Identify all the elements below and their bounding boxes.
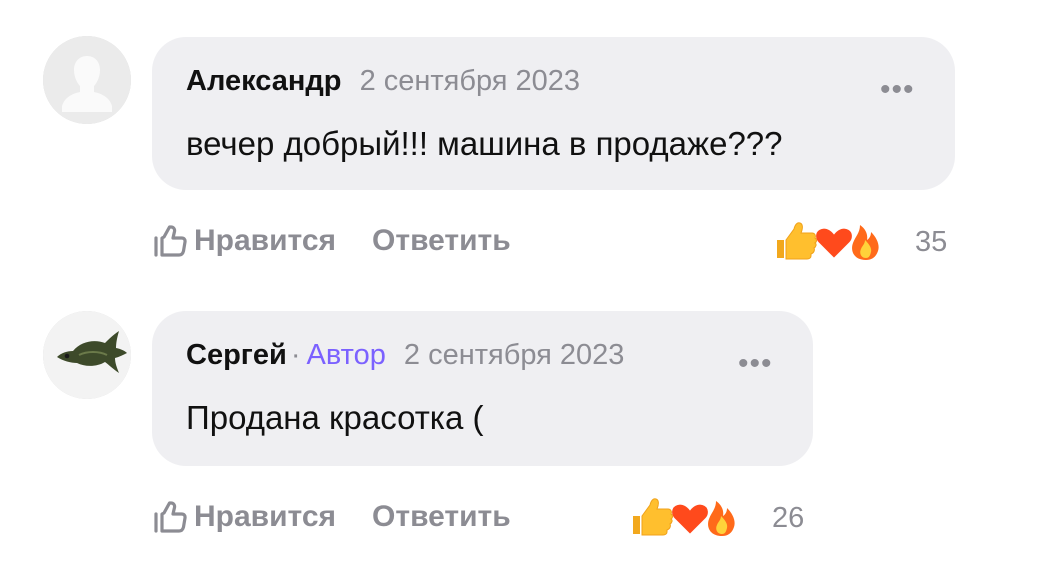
user-silhouette-icon — [43, 36, 131, 124]
like-button[interactable]: Нравится — [152, 499, 336, 535]
comment-text: вечер добрый!!! машина в продаже??? — [186, 125, 783, 162]
comment-meta: Сергей · Автор 2 сентября 2023 — [186, 339, 624, 372]
reply-button[interactable]: Ответить — [372, 500, 511, 534]
reactions-icons — [633, 498, 735, 537]
comment-author[interactable]: Александр — [186, 65, 342, 97]
comment-meta: Александр 2 сентября 2023 — [186, 65, 580, 98]
reaction-count: 35 — [915, 226, 948, 258]
reactions-icons — [777, 222, 879, 261]
comment-date: 2 сентября 2023 — [359, 65, 581, 97]
thumbs-up-outline-icon — [154, 501, 187, 533]
like-label: Нравится — [194, 224, 337, 257]
thumbs-up-outline-icon — [154, 225, 187, 257]
avatar-default[interactable] — [43, 36, 131, 124]
author-separator: · — [290, 339, 301, 371]
comment-actions: Нравится Ответить — [152, 221, 511, 261]
reactions-summary[interactable] — [774, 215, 894, 265]
comment-bubble: Сергей · Автор 2 сентября 2023 ••• Продана… — [152, 311, 813, 466]
more-options-button[interactable]: ••• — [880, 75, 915, 105]
like-button[interactable]: Нравится — [152, 223, 336, 259]
comment-bubble: Александр 2 сентября 2023 ••• вечер добр… — [152, 37, 955, 190]
reaction-count: 26 — [772, 502, 805, 534]
like-label: Нравится — [194, 500, 337, 533]
thumbs-up-icon — [777, 222, 817, 260]
heart-icon — [670, 502, 710, 537]
heart-icon — [814, 226, 854, 261]
comment-author[interactable]: Сергей — [186, 339, 287, 371]
author-badge: Автор — [306, 339, 386, 371]
reactions-summary[interactable] — [630, 491, 750, 541]
thumbs-up-icon — [633, 498, 673, 536]
comment-date: 2 сентября 2023 — [403, 339, 625, 371]
fish-avatar-icon — [43, 311, 131, 399]
fire-icon — [852, 225, 879, 260]
reply-button[interactable]: Ответить — [372, 224, 511, 258]
comment-actions: Нравится Ответить — [152, 497, 511, 537]
comment-text: Продана красотка ( — [186, 399, 484, 436]
more-options-button[interactable]: ••• — [738, 349, 773, 379]
fire-icon — [708, 501, 735, 536]
avatar-fish[interactable] — [43, 311, 131, 399]
